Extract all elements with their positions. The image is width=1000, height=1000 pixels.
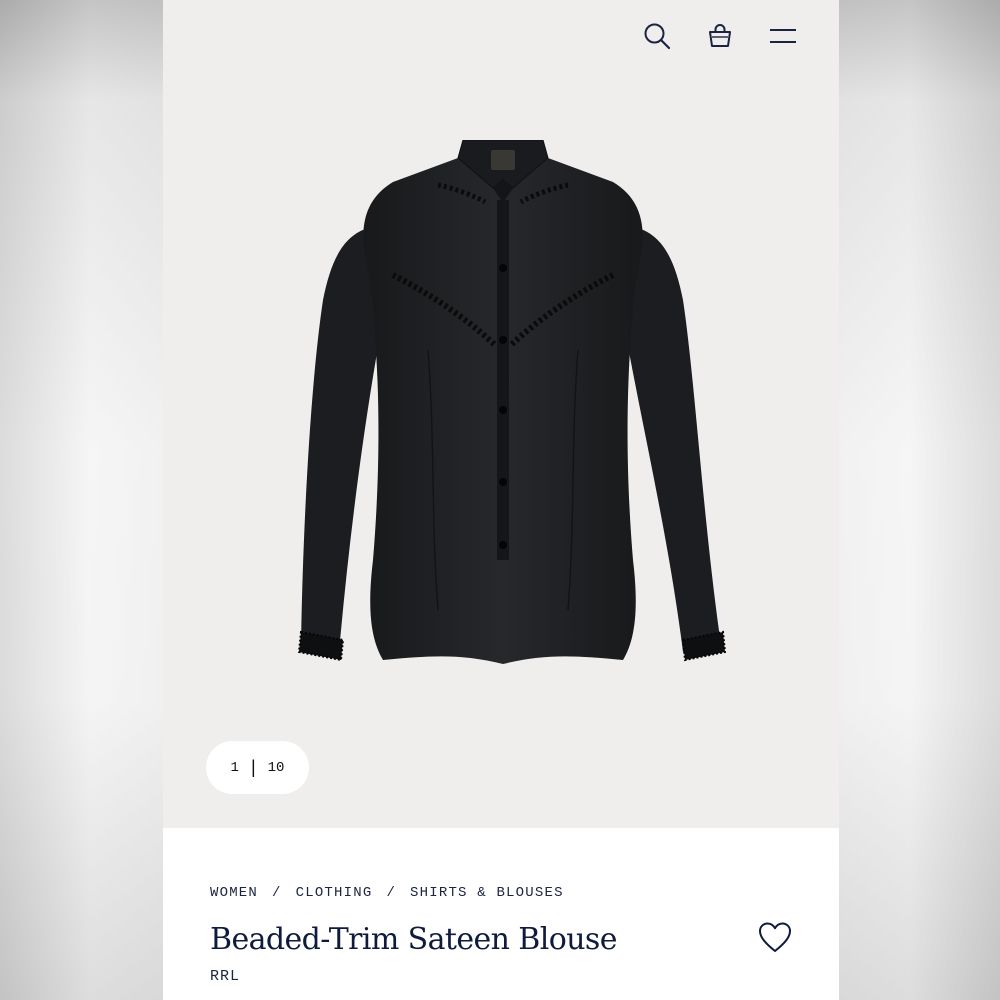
heart-icon[interactable] [757,920,793,956]
shopping-bag-icon[interactable] [704,20,736,52]
image-counter: 1 | 10 [206,741,309,794]
product-brand[interactable]: RRL [210,968,240,985]
breadcrumb-clothing[interactable]: CLOTHING [296,885,373,901]
right-backdrop [837,0,1000,1000]
image-counter-current: 1 [230,759,239,776]
product-title: Beaded-Trim Sateen Blouse [210,922,617,957]
product-hero: 1 | 10 [163,0,839,828]
breadcrumb: WOMEN / CLOTHING / SHIRTS & BLOUSES [210,885,564,901]
breadcrumb-women[interactable]: WOMEN [210,885,258,901]
product-page: 1 | 10 WOMEN / CLOTHING / SHIRTS & BLOUS… [163,0,839,1000]
menu-icon[interactable] [767,20,799,52]
left-backdrop [0,0,163,1000]
breadcrumb-separator: / [272,885,282,901]
product-image[interactable] [223,140,783,700]
breadcrumb-separator: / [386,885,397,901]
search-icon[interactable] [641,20,673,52]
breadcrumb-shirts-blouses[interactable]: SHIRTS & BLOUSES [410,885,564,901]
image-counter-separator: | [250,757,256,777]
image-counter-total: 10 [267,759,285,776]
